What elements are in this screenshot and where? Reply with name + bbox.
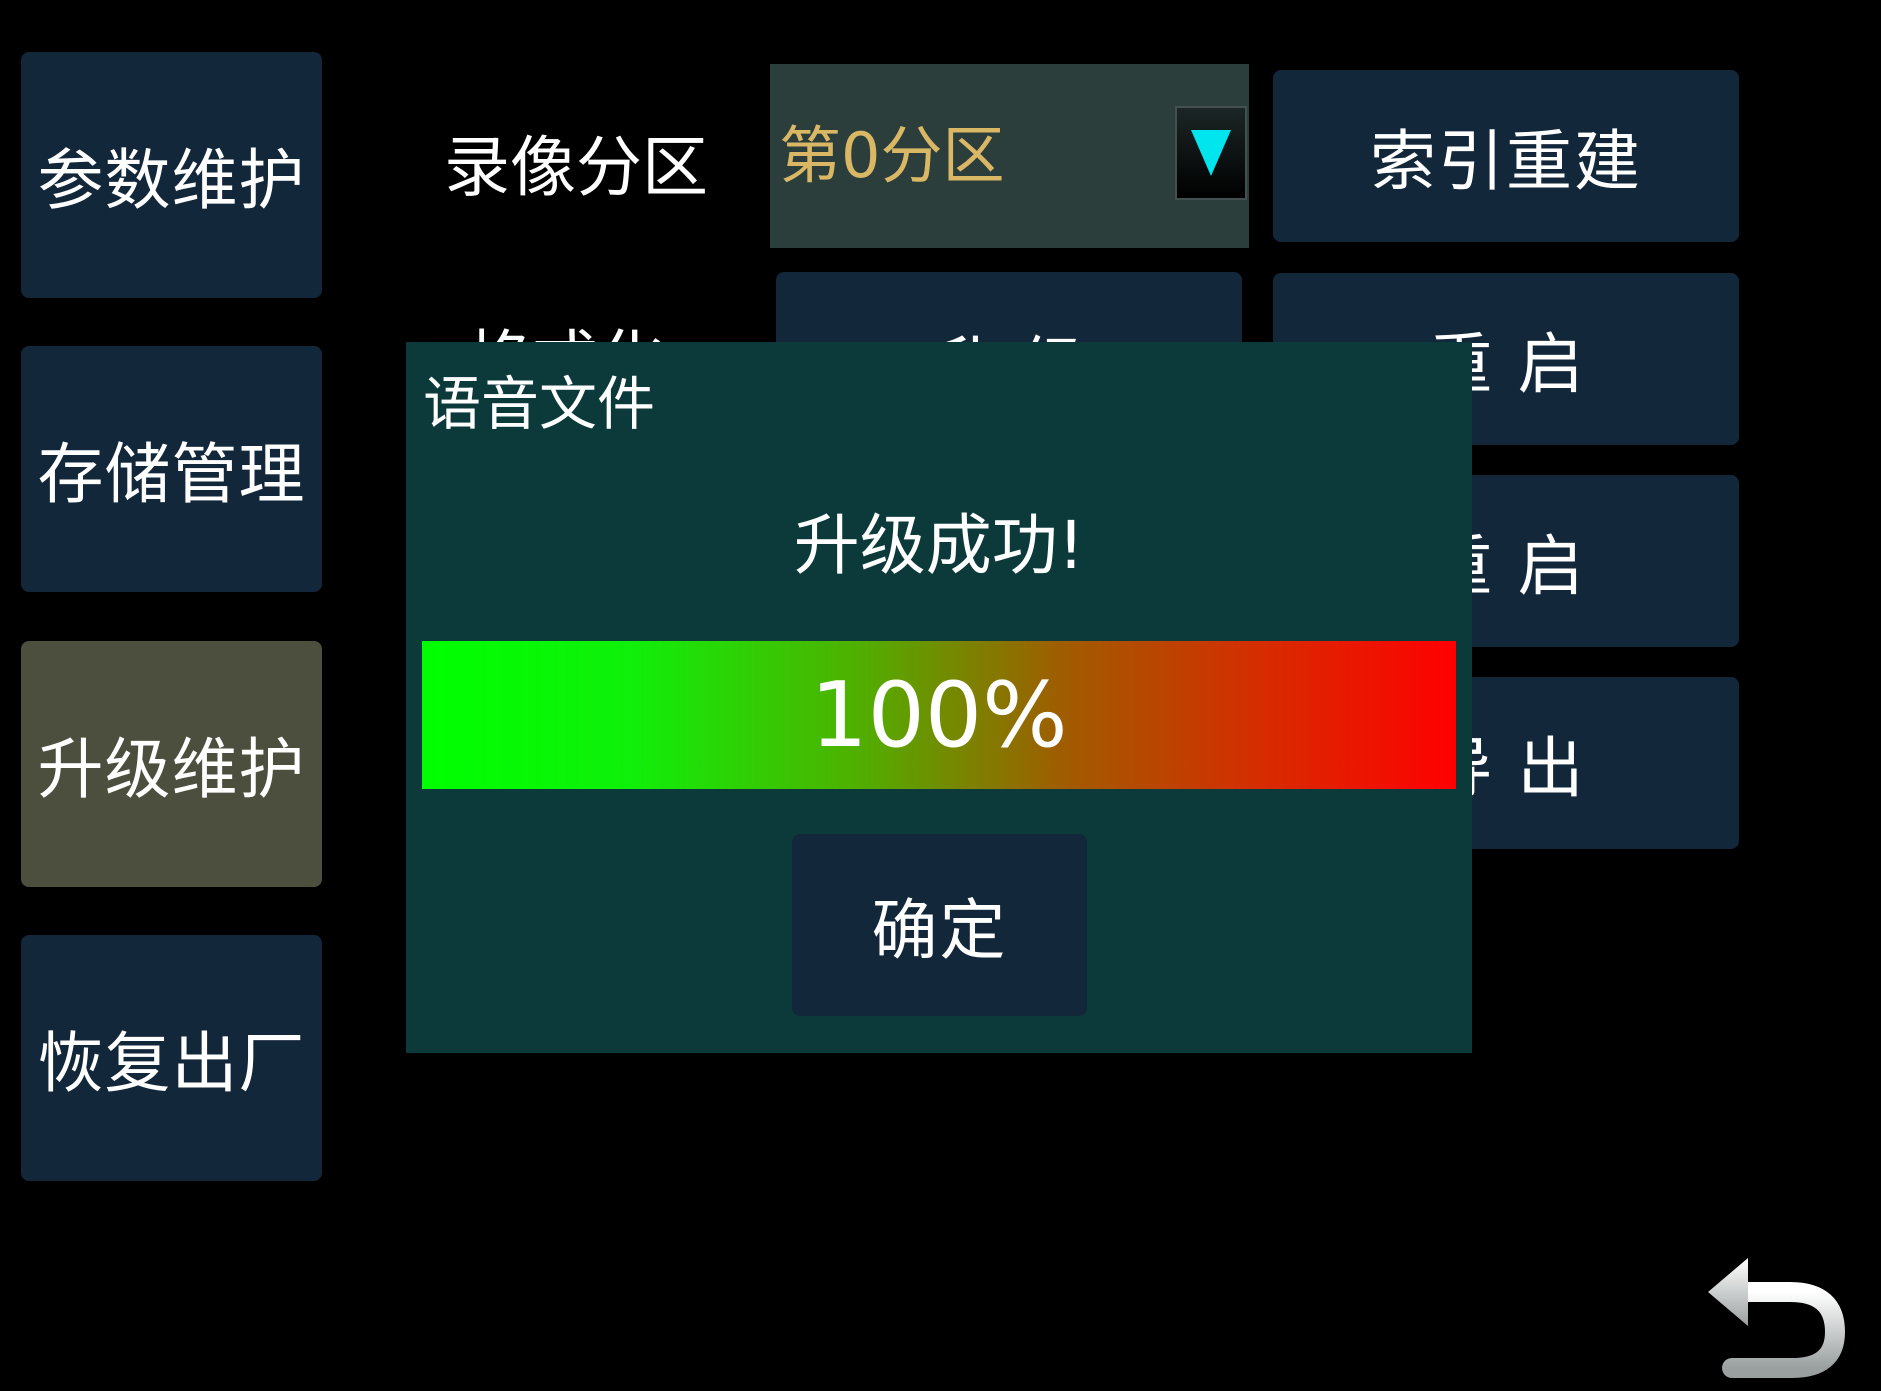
ok-button-label: 确定 <box>871 892 1008 969</box>
rebuild-index-label: 索引重建 <box>1370 123 1642 200</box>
ok-button[interactable]: 确定 <box>792 834 1087 1016</box>
sidebar-item-parameter-maintenance[interactable]: 参数维护 <box>21 52 322 298</box>
dialog-title: 语音文件 <box>423 370 656 438</box>
triangle-down-icon[interactable] <box>1175 106 1247 200</box>
sidebar-item-label: 恢复出厂 <box>37 1025 306 1102</box>
sidebar-item-factory-reset[interactable]: 恢复出厂 <box>21 935 322 1181</box>
dialog-message: 升级成功! <box>793 507 1085 584</box>
sidebar-item-storage-management[interactable]: 存储管理 <box>21 346 322 592</box>
upgrade-dialog: 语音文件 升级成功! 100% 确定 <box>406 342 1472 1053</box>
sidebar-item-upgrade-maintenance[interactable]: 升级维护 <box>21 641 322 887</box>
sidebar-item-label: 存储管理 <box>37 436 306 513</box>
partition-select[interactable]: 第0分区 <box>770 64 1249 248</box>
progress-text: 100% <box>810 662 1068 768</box>
partition-select-value: 第0分区 <box>779 119 1005 192</box>
partition-label: 录像分区 <box>444 129 708 206</box>
rebuild-index-button[interactable]: 索引重建 <box>1273 70 1739 242</box>
sidebar-item-label: 参数维护 <box>37 142 306 219</box>
progress-bar: 100% <box>422 641 1456 789</box>
back-arrow-icon[interactable] <box>1700 1240 1850 1380</box>
sidebar-item-label: 升级维护 <box>37 731 306 808</box>
